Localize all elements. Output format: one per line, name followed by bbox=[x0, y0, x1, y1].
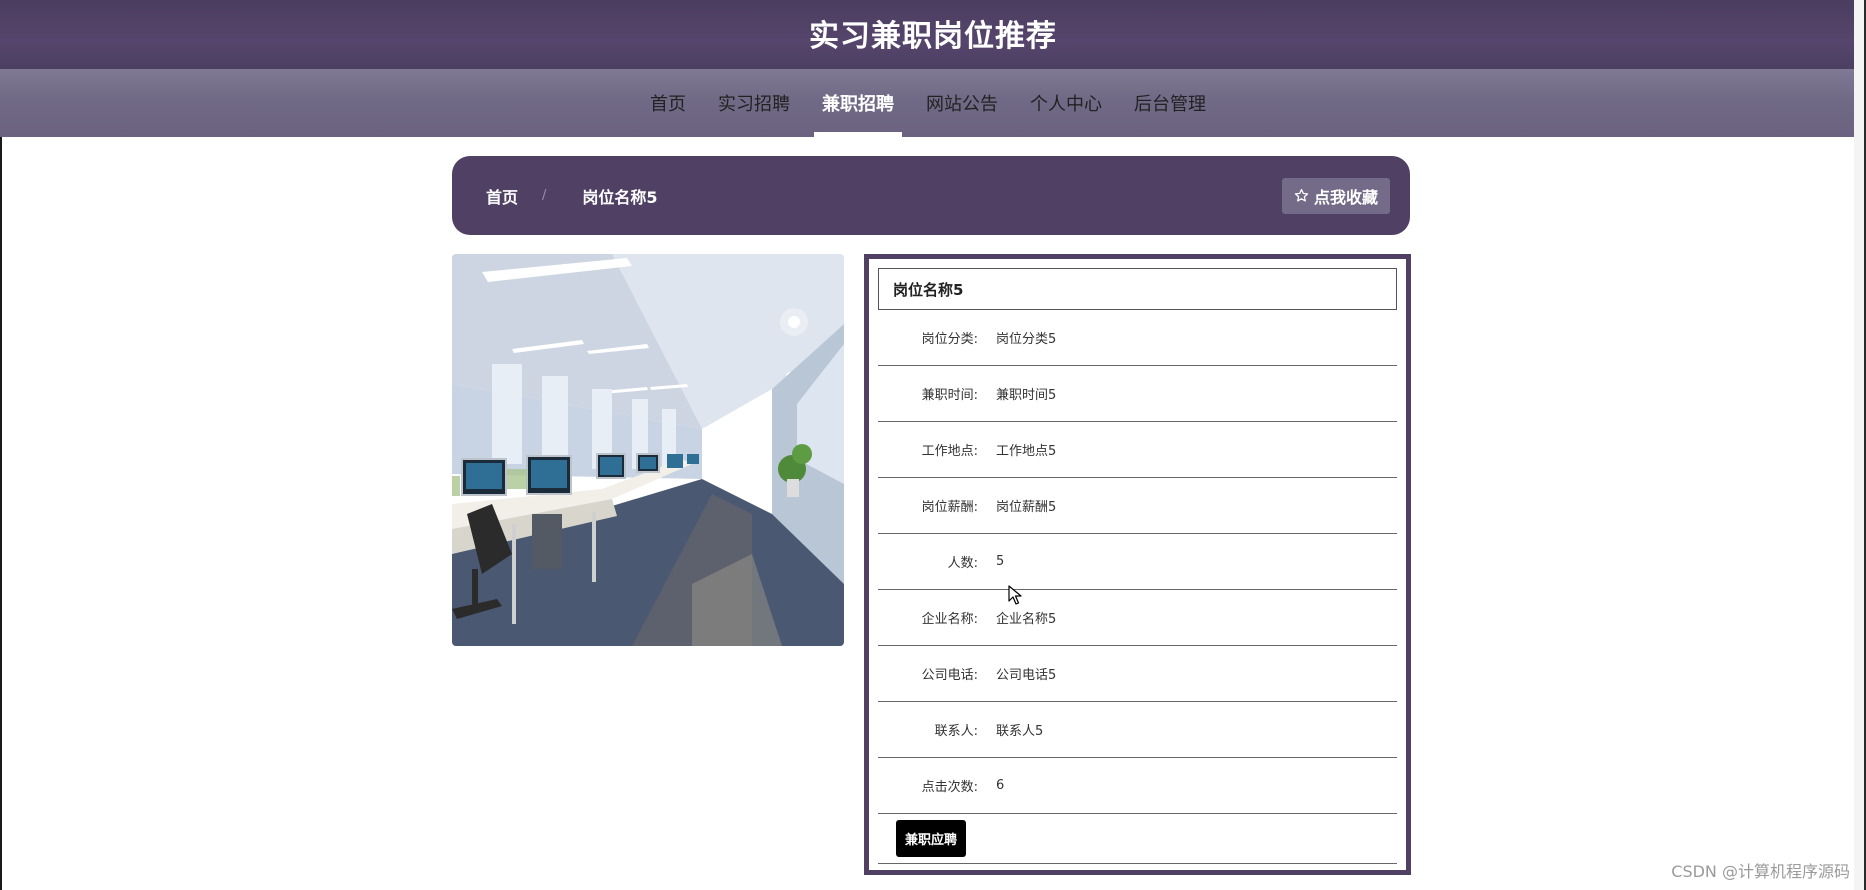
detail-value: 企业名称5 bbox=[996, 612, 1057, 627]
detail-row: 工作地点: 工作地点5 bbox=[878, 422, 1397, 478]
detail-row: 公司电话: 公司电话5 bbox=[878, 646, 1397, 702]
main-nav: 首页 实习招聘 兼职招聘 网站公告 个人中心 后台管理 bbox=[0, 69, 1866, 137]
detail-value: 兼职时间5 bbox=[996, 388, 1057, 403]
page-edge bbox=[0, 137, 2, 890]
job-detail-panel: 岗位名称5 岗位分类: 岗位分类5 兼职时间: 兼职时间5 工作地点: 工作地点… bbox=[864, 254, 1411, 875]
detail-label: 岗位分类: bbox=[921, 332, 978, 347]
site-title: 实习兼职岗位推荐 bbox=[809, 18, 1057, 54]
detail-label: 兼职时间: bbox=[921, 388, 978, 403]
breadcrumb: 首页 / 岗位名称5 点我收藏 bbox=[452, 156, 1410, 235]
favorite-button-label: 点我收藏 bbox=[1313, 187, 1378, 207]
nav-items: 首页 实习招聘 兼职招聘 网站公告 个人中心 后台管理 bbox=[634, 69, 1222, 137]
detail-value: 5 bbox=[996, 554, 1005, 569]
breadcrumb-home-link[interactable]: 首页 bbox=[486, 184, 518, 208]
nav-item-admin[interactable]: 后台管理 bbox=[1118, 69, 1222, 137]
detail-value: 工作地点5 bbox=[996, 444, 1057, 459]
detail-label: 岗位薪酬: bbox=[921, 500, 978, 515]
detail-value: 岗位分类5 bbox=[996, 332, 1057, 347]
action-row: 兼职应聘 bbox=[878, 814, 1397, 864]
job-photo bbox=[452, 254, 844, 646]
watermark: CSDN @计算机程序源码 bbox=[1671, 862, 1850, 881]
detail-row: 人数: 5 bbox=[878, 534, 1397, 590]
detail-label: 公司电话: bbox=[921, 668, 978, 683]
detail-label: 联系人: bbox=[934, 724, 978, 739]
page: 实习兼职岗位推荐 首页 实习招聘 兼职招聘 网站公告 个人中心 后台管理 首页 … bbox=[0, 0, 1866, 890]
detail-label: 工作地点: bbox=[921, 444, 978, 459]
detail-row: 企业名称: 企业名称5 bbox=[878, 590, 1397, 646]
detail-row: 点击次数: 6 bbox=[878, 758, 1397, 814]
detail-value: 岗位薪酬5 bbox=[996, 500, 1057, 515]
detail-value: 联系人5 bbox=[996, 724, 1044, 739]
site-header: 实习兼职岗位推荐 bbox=[0, 0, 1866, 69]
mouse-cursor-icon bbox=[1008, 585, 1022, 609]
nav-item-home[interactable]: 首页 bbox=[634, 69, 702, 137]
nav-item-parttime[interactable]: 兼职招聘 bbox=[806, 69, 910, 137]
detail-row: 岗位分类: 岗位分类5 bbox=[878, 310, 1397, 366]
nav-item-announcements[interactable]: 网站公告 bbox=[910, 69, 1014, 137]
detail-row: 兼职时间: 兼职时间5 bbox=[878, 366, 1397, 422]
favorite-button[interactable]: 点我收藏 bbox=[1281, 177, 1390, 214]
detail-value: 6 bbox=[996, 778, 1005, 793]
job-title: 岗位名称5 bbox=[878, 268, 1397, 310]
detail-row: 联系人: 联系人5 bbox=[878, 702, 1397, 758]
nav-item-profile[interactable]: 个人中心 bbox=[1014, 69, 1118, 137]
detail-value: 公司电话5 bbox=[996, 668, 1057, 683]
detail-label: 企业名称: bbox=[921, 612, 978, 627]
nav-item-internship[interactable]: 实习招聘 bbox=[702, 69, 806, 137]
breadcrumb-current: 岗位名称5 bbox=[582, 187, 658, 207]
detail-label: 人数: bbox=[947, 556, 978, 571]
apply-button[interactable]: 兼职应聘 bbox=[896, 820, 967, 857]
star-outline-icon bbox=[1294, 188, 1309, 203]
breadcrumb-separator: / bbox=[542, 188, 547, 203]
detail-label: 点击次数: bbox=[921, 780, 978, 795]
detail-row: 岗位薪酬: 岗位薪酬5 bbox=[878, 478, 1397, 534]
scrollbar[interactable] bbox=[1854, 0, 1864, 890]
